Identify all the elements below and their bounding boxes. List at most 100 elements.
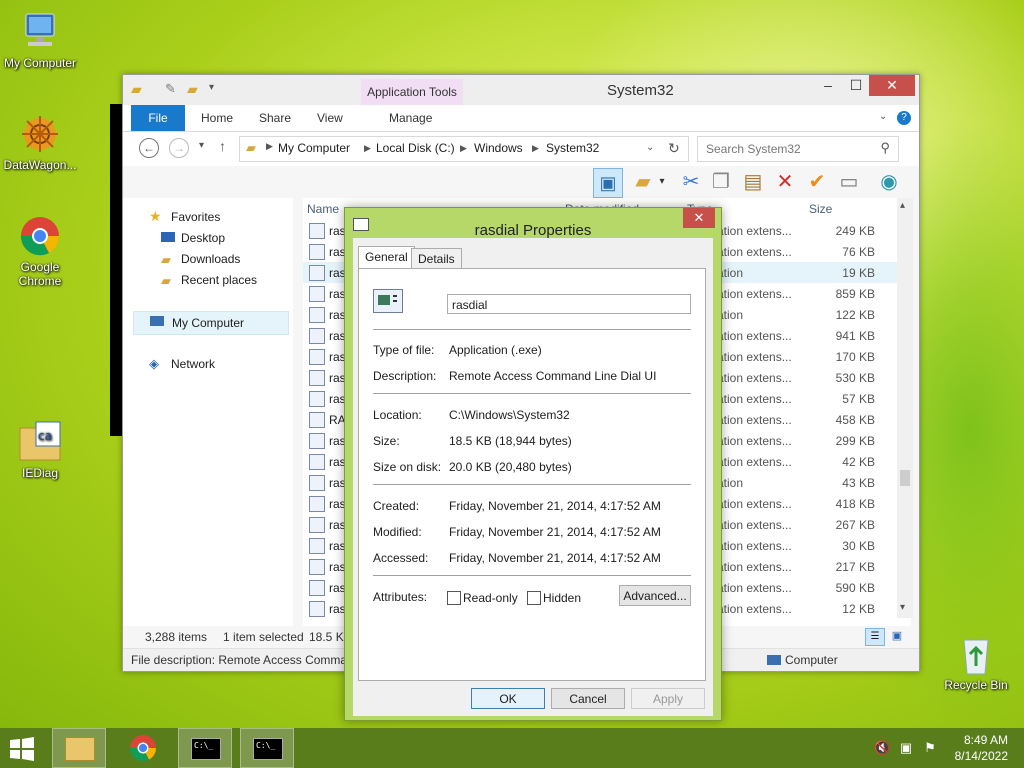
desktop-icon-iediag[interactable]: ca IEDiag bbox=[0, 420, 80, 480]
cut-icon[interactable]: ✂ bbox=[677, 168, 705, 196]
refresh-icon[interactable]: ↻ bbox=[668, 140, 680, 157]
tab-home[interactable]: Home bbox=[201, 105, 233, 131]
folder-options-icon[interactable]: ▰ bbox=[629, 168, 657, 196]
address-box[interactable]: ▰ ▶ My Computer ▶ Local Disk (C:) ▶ Wind… bbox=[239, 136, 689, 162]
taskbar-cmd-1[interactable]: C:\_ bbox=[178, 728, 232, 768]
tab-manage[interactable]: Manage bbox=[389, 105, 432, 131]
back-icon[interactable]: ← bbox=[139, 138, 159, 158]
file-size: 590 KB bbox=[835, 581, 875, 595]
search-input[interactable]: Search System32 ⚲ bbox=[697, 136, 899, 162]
ok-button[interactable]: OK bbox=[471, 688, 545, 709]
action-center-icon[interactable]: ⚑ bbox=[922, 740, 938, 756]
check-icon[interactable]: ✔ bbox=[803, 168, 831, 196]
separator bbox=[373, 329, 691, 330]
nav-recent-places[interactable]: Recent places bbox=[181, 273, 257, 287]
cancel-button[interactable]: Cancel bbox=[551, 688, 625, 709]
tab-file[interactable]: File bbox=[131, 105, 185, 131]
apply-button[interactable]: Apply bbox=[631, 688, 705, 709]
scrollbar-thumb[interactable] bbox=[900, 470, 910, 486]
breadcrumb-windows[interactable]: Windows bbox=[474, 141, 523, 155]
recent-locations-icon[interactable]: ▾ bbox=[199, 140, 204, 151]
paste-icon[interactable]: ▤ bbox=[739, 168, 767, 196]
nav-downloads[interactable]: Downloads bbox=[181, 252, 240, 266]
read-only-checkbox[interactable] bbox=[447, 591, 461, 605]
separator bbox=[373, 575, 691, 576]
quick-access-folder-icon[interactable]: ▰ bbox=[131, 81, 142, 98]
large-icons-view-icon[interactable]: ▣ bbox=[889, 628, 905, 644]
tab-view[interactable]: View bbox=[317, 105, 343, 131]
taskbar-explorer[interactable] bbox=[52, 728, 106, 768]
breadcrumb-local-disk[interactable]: Local Disk (C:) bbox=[376, 141, 455, 155]
recent-places-icon: ▰ bbox=[161, 273, 171, 288]
windows-logo-icon bbox=[10, 737, 34, 761]
hidden-checkbox[interactable] bbox=[527, 591, 541, 605]
customize-quick-icon[interactable]: ▾ bbox=[209, 82, 214, 93]
read-only-label[interactable]: Read-only bbox=[463, 591, 518, 605]
file-icon bbox=[309, 601, 325, 617]
desktop-icon-my-computer[interactable]: My Computer bbox=[0, 10, 80, 70]
tab-share[interactable]: Share bbox=[259, 105, 291, 131]
nav-favorites[interactable]: Favorites bbox=[171, 210, 220, 224]
minimize-button[interactable]: – bbox=[813, 75, 843, 96]
address-dropdown-icon[interactable]: ⌄ bbox=[646, 142, 654, 153]
rename-icon[interactable]: ▭ bbox=[835, 168, 863, 196]
computer-icon bbox=[150, 316, 164, 326]
expand-ribbon-icon[interactable]: ⌄ bbox=[879, 111, 887, 122]
nav-my-computer: My Computer bbox=[172, 316, 245, 330]
new-folder-quick-icon[interactable]: ▰ bbox=[187, 81, 198, 98]
contextual-tab-application-tools: Application Tools bbox=[361, 79, 463, 105]
close-button[interactable]: ✕ bbox=[869, 75, 915, 96]
preview-pane-icon[interactable]: ▣ bbox=[593, 168, 623, 198]
desktop-icon-recycle-bin[interactable]: Recycle Bin bbox=[936, 632, 1016, 692]
nav-desktop[interactable]: Desktop bbox=[181, 231, 225, 245]
help-icon[interactable]: ? bbox=[897, 111, 911, 125]
breadcrumb-my-computer[interactable]: My Computer bbox=[278, 141, 350, 155]
desktop-icon-label: My Computer bbox=[3, 56, 77, 70]
desktop-icon-google-chrome[interactable]: Google Chrome bbox=[0, 214, 80, 288]
nav-my-computer-row[interactable]: My Computer bbox=[133, 311, 289, 335]
tab-general[interactable]: General bbox=[358, 246, 415, 270]
details-view-icon[interactable]: ☰ bbox=[865, 628, 885, 646]
advanced-button[interactable]: Advanced... bbox=[619, 585, 691, 606]
volume-muted-icon[interactable]: 🔇 bbox=[874, 740, 890, 756]
dialog-close-button[interactable]: ✕ bbox=[683, 208, 715, 228]
file-description: File description: Remote Access Comma bbox=[131, 653, 348, 667]
column-header-name[interactable]: Name bbox=[307, 202, 339, 216]
scroll-down-icon[interactable]: ▾ bbox=[900, 602, 905, 613]
size-on-disk-value: 20.0 KB (20,480 bytes) bbox=[449, 460, 572, 474]
globe-icon[interactable]: ◉ bbox=[875, 168, 903, 196]
navigation-pane: ★ Favorites Desktop ▰ Downloads ▰ Recent… bbox=[123, 198, 293, 626]
file-type: ation extens... bbox=[717, 497, 792, 511]
properties-dialog[interactable]: rasdial Properties ✕ General Details ras… bbox=[344, 207, 722, 721]
file-name-field[interactable]: rasdial bbox=[447, 294, 691, 314]
file-size: 170 KB bbox=[835, 350, 875, 364]
start-button[interactable] bbox=[8, 736, 38, 762]
desktop-icon-datawagon[interactable]: DataWagon... bbox=[0, 112, 80, 172]
tab-details[interactable]: Details bbox=[411, 248, 462, 270]
copy-icon[interactable]: ❐ bbox=[707, 168, 735, 196]
downloads-icon: ▰ bbox=[161, 252, 171, 267]
file-icon bbox=[309, 223, 325, 239]
file-icon bbox=[309, 475, 325, 491]
taskbar-cmd-2[interactable]: C:\_ bbox=[240, 728, 294, 768]
hidden-label[interactable]: Hidden bbox=[543, 591, 581, 605]
scroll-up-icon[interactable]: ▴ bbox=[900, 200, 905, 211]
maximize-button[interactable]: ☐ bbox=[841, 75, 871, 96]
breadcrumb-system32[interactable]: System32 bbox=[546, 141, 599, 155]
delete-icon[interactable]: ✕ bbox=[771, 168, 799, 196]
file-size: 76 KB bbox=[842, 245, 875, 259]
properties-quick-icon[interactable]: ✎ bbox=[165, 81, 176, 97]
column-header-size[interactable]: Size bbox=[809, 202, 832, 216]
computer-icon bbox=[767, 655, 781, 665]
taskbar-chrome[interactable] bbox=[116, 728, 170, 768]
file-size: 299 KB bbox=[835, 434, 875, 448]
nav-network[interactable]: Network bbox=[171, 357, 215, 371]
views-dropdown-icon[interactable]: ▾ bbox=[655, 168, 669, 196]
up-icon[interactable]: ↑ bbox=[219, 138, 226, 154]
clock[interactable]: 8:49 AM 8/14/2022 bbox=[955, 732, 1008, 764]
general-panel: rasdial Type of file: Application (.exe)… bbox=[358, 268, 706, 681]
network-tray-icon[interactable]: ▣ bbox=[898, 740, 914, 756]
vertical-scrollbar[interactable]: ▴ ▾ bbox=[897, 198, 913, 618]
explorer-titlebar[interactable]: ▰ ✎ ▰ ▾ System32 – ☐ ✕ bbox=[123, 75, 919, 105]
forward-icon[interactable]: → bbox=[169, 138, 189, 158]
